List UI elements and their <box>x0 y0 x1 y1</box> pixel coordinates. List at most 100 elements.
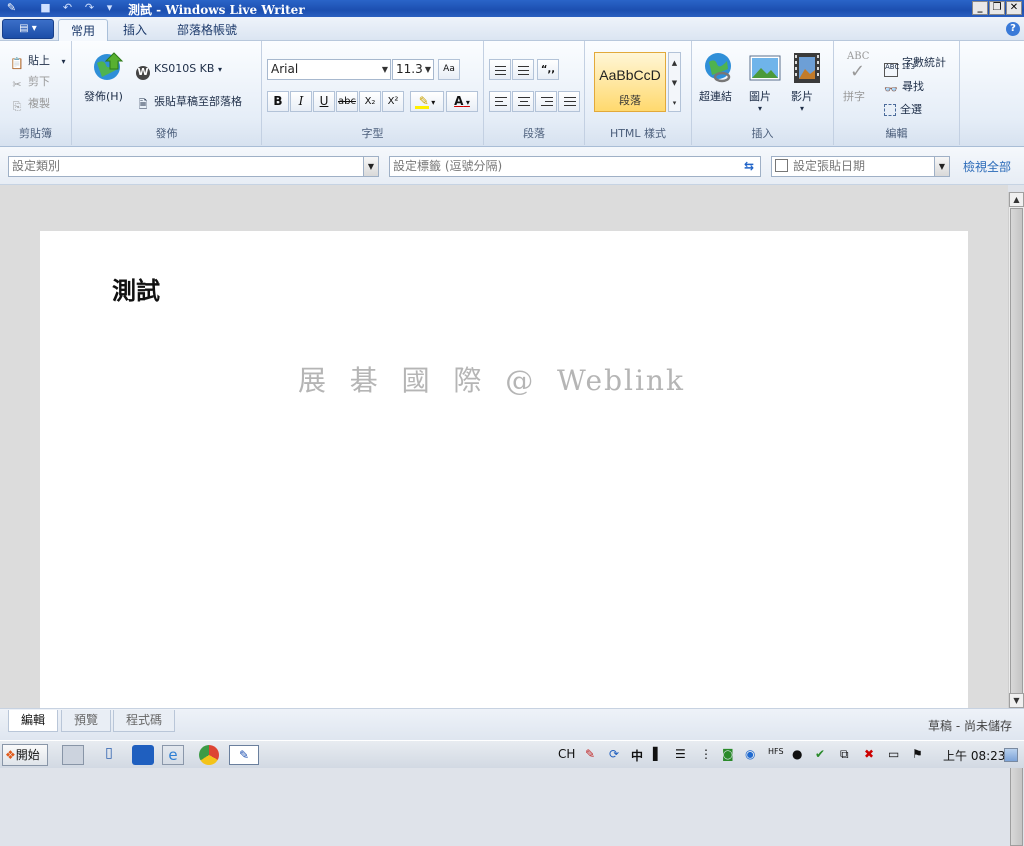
powershell-icon[interactable] <box>132 745 154 765</box>
html-styles-group: AaBbCcD 段落 ▲ ▼ ▾ HTML 樣式 <box>585 41 692 145</box>
save-icon[interactable]: ■ <box>38 1 53 15</box>
tab-insert[interactable]: 插入 <box>111 19 159 41</box>
spell-check-button[interactable]: 拼字 <box>843 88 865 104</box>
ribbon: 📋 貼上 ▾ ✂ 剪下 ⎘ 複製 剪貼簿 發佈(H) W KS010S KB ▾ 🗎 張貼… <box>0 41 1024 147</box>
view-tab-edit[interactable]: 編輯 <box>8 710 59 732</box>
start-button[interactable]: ❖開始 <box>2 744 48 766</box>
post-title[interactable]: 測試 <box>112 271 160 306</box>
publish-date-field[interactable]: 設定張貼日期 ▼ <box>771 156 950 177</box>
word-count-button[interactable]: ABC 123字數統計 <box>884 54 946 77</box>
redo-icon[interactable]: ↷ <box>82 1 97 15</box>
view-all-link[interactable]: 檢視全部 <box>963 158 1011 175</box>
bold-button[interactable]: B <box>267 91 289 112</box>
clear-format-button[interactable]: Aa <box>438 59 460 80</box>
tab-blog-account[interactable]: 部落格帳號 <box>165 19 249 41</box>
chevron-down-icon[interactable]: ▼ <box>934 157 949 176</box>
numbered-list-button[interactable] <box>512 59 534 80</box>
underline-button[interactable]: U <box>313 91 335 112</box>
style-preview-text: AaBbCcD <box>599 67 661 83</box>
undo-icon[interactable]: ↶ <box>60 1 75 15</box>
volume-muted-icon[interactable]: ✖ <box>864 747 874 761</box>
align-right-button[interactable] <box>535 91 557 112</box>
bullet-list-button[interactable] <box>489 59 511 80</box>
paragraph-group-label: 段落 <box>523 127 545 140</box>
justify-button[interactable] <box>558 91 580 112</box>
save-status-text: 草稿 - 尚未儲存 <box>928 719 1012 733</box>
align-left-button[interactable] <box>489 91 511 112</box>
media-tray-icon[interactable]: ● <box>792 747 802 761</box>
video-button[interactable]: 影片 ▾ <box>791 88 813 113</box>
half-width-icon[interactable]: ▌ <box>653 747 662 761</box>
category-field[interactable]: 設定類別 ▼ <box>8 156 379 177</box>
copy-icon: ⎘ <box>12 100 22 113</box>
view-tab-source[interactable]: 程式碼 <box>113 710 176 732</box>
italic-button[interactable]: I <box>290 91 312 112</box>
style-gallery-scroll[interactable]: ▲ ▼ ▾ <box>668 52 681 112</box>
network-tray-icon[interactable]: ◙ <box>722 747 734 761</box>
select-all-icon <box>884 104 896 116</box>
clock[interactable]: 上午 08:23 <box>943 747 1005 764</box>
scroll-down-button[interactable]: ▼ <box>1009 693 1024 708</box>
security-tray-icon[interactable]: ✔ <box>815 747 825 761</box>
superscript-button[interactable]: X² <box>382 91 404 112</box>
restore-button[interactable]: ❐ <box>989 1 1005 15</box>
ime-pad-icon[interactable]: ☰ <box>675 747 686 761</box>
align-center-button[interactable] <box>512 91 534 112</box>
customize-quick-access-icon[interactable]: ▾ <box>102 1 117 15</box>
sync-tray-icon[interactable]: ⟳ <box>609 747 619 761</box>
show-desktop-button[interactable] <box>1004 748 1018 762</box>
display-tray-icon[interactable]: ⧉ <box>840 747 849 762</box>
post-draft-button[interactable]: 🗎 張貼草稿至部落格 <box>136 93 242 112</box>
font-color-button[interactable]: A ▾ <box>446 91 478 112</box>
ime-options-icon[interactable]: ⋮ <box>700 747 712 761</box>
publish-button[interactable]: 發佈(H) <box>84 88 123 104</box>
copy-button[interactable]: ⎘ 複製 <box>10 95 50 114</box>
chevron-down-icon[interactable]: ▼ <box>363 157 378 176</box>
app-logo-icon: ✎ <box>6 1 17 14</box>
hfs-tray-icon[interactable]: HFS <box>768 747 784 756</box>
paragraph-style-swatch[interactable]: AaBbCcD 段落 <box>594 52 666 112</box>
blog-account-dropdown[interactable]: W KS010S KB ▾ <box>136 62 222 80</box>
tags-field[interactable]: 設定標籤 (逗號分隔) ⇆ <box>389 156 761 177</box>
subscript-button[interactable]: X₂ <box>359 91 381 112</box>
hyperlink-button[interactable]: 超連結 <box>699 88 732 104</box>
picture-button[interactable]: 圖片 ▾ <box>749 88 771 113</box>
post-draft-icon: 🗎 <box>138 98 148 111</box>
editor-scrollbar[interactable]: ▲ ▼ <box>1008 192 1024 846</box>
cut-button[interactable]: ✂ 剪下 <box>10 73 50 92</box>
language-indicator[interactable]: CH <box>558 747 575 761</box>
view-tab-preview[interactable]: 預覽 <box>61 710 112 732</box>
flag-tray-icon[interactable]: ⚑ <box>912 747 923 761</box>
date-checkbox[interactable] <box>775 159 788 172</box>
font-family-select[interactable]: Arial ▼ <box>267 59 391 80</box>
editor-page[interactable]: 測試 展 碁 國 際 @ Weblink <box>40 231 968 708</box>
pen-tray-icon[interactable]: ✎ <box>585 747 595 761</box>
internet-explorer-icon[interactable]: e <box>162 745 184 765</box>
paste-icon: 📋 <box>10 57 24 70</box>
blockquote-button[interactable]: “,, <box>537 59 559 80</box>
ime-indicator[interactable]: 中 <box>631 747 643 764</box>
scroll-up-button[interactable]: ▲ <box>1009 192 1024 207</box>
chrome-icon[interactable] <box>199 745 219 765</box>
scissors-icon: ✂ <box>12 78 22 91</box>
power-tray-icon[interactable]: ▭ <box>888 747 899 761</box>
close-button[interactable]: ✕ <box>1006 1 1022 15</box>
strikethrough-button[interactable]: abc <box>336 91 358 112</box>
select-all-button[interactable]: 全選 <box>884 101 922 117</box>
help-icon[interactable]: ? <box>1006 22 1020 36</box>
hyperlink-globe-icon <box>705 53 731 83</box>
live-writer-taskbar-button[interactable]: ✎ <box>229 745 259 765</box>
font-size-select[interactable]: 11.3 ▼ <box>392 59 434 80</box>
refresh-icon[interactable]: ⇆ <box>744 157 754 176</box>
tab-home[interactable]: 常用 <box>58 19 109 41</box>
font-group-label: 字型 <box>361 127 384 140</box>
skype-tray-icon[interactable]: ◉ <box>745 747 755 761</box>
find-button[interactable]: 👓 尋找 <box>884 78 924 97</box>
app-menu-button[interactable]: ▤ ▾ <box>2 19 54 39</box>
highlight-color-button[interactable]: ✎ ▾ <box>410 91 444 112</box>
folder-icon[interactable]: ▯ <box>98 745 120 765</box>
binoculars-icon: 👓 <box>884 83 898 96</box>
minimize-button[interactable]: _ <box>972 1 988 15</box>
computer-icon[interactable] <box>62 745 84 765</box>
paste-button[interactable]: 📋 貼上 ▾ <box>10 52 65 71</box>
